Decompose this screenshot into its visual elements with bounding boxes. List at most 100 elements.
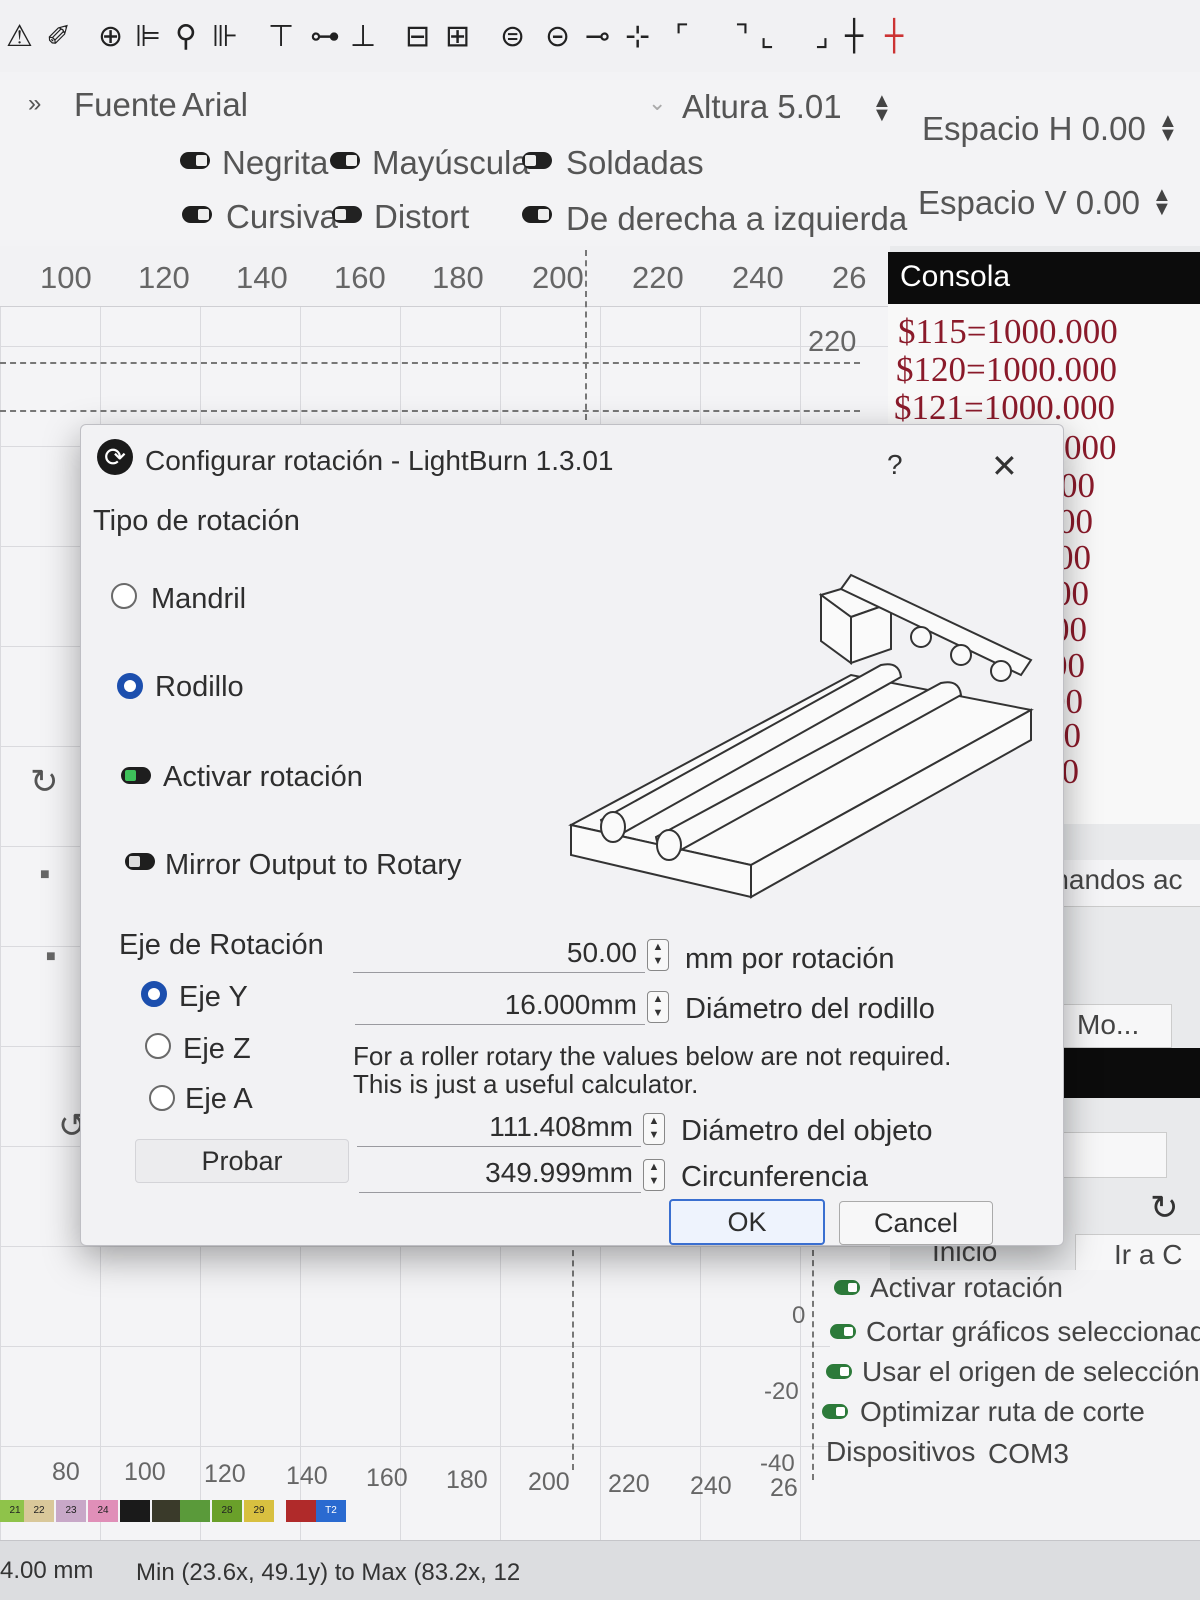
align-middle-icon[interactable]: ⊸ [585,22,610,52]
corner-tr-icon[interactable]: ⌝ [735,22,749,52]
help-button[interactable]: ? [887,449,903,481]
console-header: Consola [888,252,1200,304]
roller-diameter-input[interactable]: 16.000mm [355,985,645,1025]
side-ruler-tick: -20 [764,1378,799,1405]
enable-rotary-toggle[interactable] [121,767,151,784]
palette-color[interactable] [180,1500,210,1522]
handle-icon[interactable]: ■ [46,948,56,966]
ok-button[interactable]: OK [669,1199,825,1245]
palette-color[interactable]: 22 [24,1500,54,1522]
cross-red-icon[interactable]: ┼ [885,22,903,52]
console-line: $121=1000.000 [894,388,1115,427]
palette-color[interactable] [152,1500,182,1522]
status-range: Min (23.6x, 49.1y) to Max (83.2x, 12 [136,1559,521,1586]
mm-per-rotation-label: mm por rotación [685,943,895,975]
circumference-input[interactable]: 349.999mm [359,1153,641,1193]
bold-label: Negrita [222,144,329,181]
align-icon[interactable]: ⚠ [6,22,33,52]
target-icon[interactable]: ⊕ [98,22,123,52]
height-spinner-icon[interactable]: ▲ ▼ [872,91,892,125]
axis-a-radio[interactable] [149,1085,175,1111]
height-field[interactable]: Altura 5.01 [682,88,842,126]
distribute-h-icon[interactable]: ⊞ [445,22,470,52]
cross-icon[interactable]: ┼ [845,22,863,52]
italic-toggle[interactable] [182,206,212,223]
test-button[interactable]: Probar [135,1139,349,1183]
ruler-tick: 160 [334,260,386,295]
rotary-type-label: Tipo de rotación [93,505,300,537]
optimize-toggle[interactable] [822,1404,848,1419]
cancel-button[interactable]: Cancel [839,1201,993,1245]
palette-color[interactable]: 23 [56,1500,86,1522]
move-icon[interactable]: ⊝ [545,22,570,52]
chevron-down-icon[interactable]: ⌄ [648,90,666,116]
rotary-toggle[interactable] [834,1280,860,1295]
mm-per-rotation-spinner[interactable]: ▲ ▼ [647,939,669,971]
use-origin-label: Usar el origen de selección [862,1356,1200,1387]
align-bottom-icon[interactable]: ⊥ [350,22,376,52]
align-left-icon[interactable]: ⊫ [135,22,161,52]
align-right-icon[interactable]: ⊪ [212,22,238,52]
ruler-tick: 140 [236,260,288,295]
align-top-icon[interactable]: ⊤ [268,22,294,52]
rtl-toggle[interactable] [522,206,552,223]
distribute-icon[interactable]: ⊶ [310,22,340,52]
curve-icon[interactable]: ✐ [46,22,71,52]
palette-color[interactable]: T2 [316,1500,346,1522]
uppercase-label: Mayúscula [372,144,530,181]
align-center-icon[interactable]: ⚲ [175,22,197,52]
console-line: 000 [1064,428,1117,467]
object-diameter-input[interactable]: 111.408mm [357,1107,641,1147]
group-icon[interactable]: ⊟ [405,22,430,52]
circumference-label: Circunferencia [681,1161,868,1193]
devices-select[interactable]: COM3 [988,1438,1069,1470]
roller-radio[interactable] [117,673,143,699]
object-diameter-spinner[interactable]: ▲ ▼ [643,1113,665,1145]
axis-y-label: Eje Y [179,981,248,1013]
mirror-output-toggle[interactable] [125,853,155,870]
axis-y-radio[interactable] [141,981,167,1007]
use-origin-toggle[interactable] [826,1364,852,1379]
font-select[interactable]: Arial [182,86,248,124]
align-vcenter-icon[interactable]: ⊹ [625,22,650,52]
bold-toggle[interactable] [180,152,210,169]
ruler-tick: 200 [528,1468,570,1496]
uppercase-toggle[interactable] [330,152,360,169]
cut-selected-label: Cortar gráficos seleccionad [866,1316,1200,1347]
corner-bl-icon[interactable]: ⌞ [760,22,774,52]
vspace-spinner-icon[interactable]: ▲ ▼ [1152,185,1172,219]
status-bar: 4.00 mm Min (23.6x, 49.1y) to Max (83.2x… [0,1540,1200,1600]
ruler-tick: 160 [366,1464,408,1492]
distribute-v-icon[interactable]: ⊜ [500,22,525,52]
vspace-field[interactable]: Espacio V 0.00 [918,184,1140,222]
palette-color[interactable] [286,1500,316,1522]
hspace-field[interactable]: Espacio H 0.00 [922,110,1146,148]
text-options-panel: » Fuente Arial ⌄ Altura 5.01 ▲ ▼ Espacio … [0,72,1200,246]
welded-toggle[interactable] [522,152,552,169]
roller-diameter-spinner[interactable]: ▲ ▼ [647,991,669,1023]
chuck-radio[interactable] [111,583,137,609]
mirror-output-label: Mirror Output to Rotary [165,849,462,881]
close-button[interactable]: ✕ [991,447,1018,485]
rotate-icon[interactable]: ↻ [30,762,59,802]
console-title: Consola [900,260,1011,293]
ruler-tick: 100 [124,1458,166,1486]
refresh-icon[interactable]: ↻ [1150,1188,1179,1228]
palette-color[interactable]: 29 [244,1500,274,1522]
cut-selected-toggle[interactable] [830,1324,856,1339]
distort-toggle[interactable] [332,206,362,223]
workspace-border-line [585,250,587,420]
palette-color[interactable]: 28 [212,1500,242,1522]
corner-br-icon[interactable]: ⌟ [815,22,829,52]
top-toolbar: ⚠ ✐ ⊕ ⊫ ⚲ ⊪ ⊤ ⊶ ⊥ ⊟ ⊞ ⊜ ⊝ ⊸ ⊹ ⌜ ⌝ ⌞ ⌟ ┼ … [0,0,1200,73]
palette-color[interactable]: 24 [88,1500,118,1522]
hspace-spinner-icon[interactable]: ▲ ▼ [1158,111,1178,145]
palette-color[interactable] [120,1500,150,1522]
handle-icon[interactable]: ■ [40,866,50,884]
optimize-label: Optimizar ruta de corte [860,1396,1145,1427]
mm-per-rotation-input[interactable]: 50.00 [353,933,645,973]
circumference-spinner[interactable]: ▲ ▼ [643,1159,665,1191]
axis-z-radio[interactable] [145,1033,171,1059]
expand-icon[interactable]: » [28,90,41,118]
corner-tl-icon[interactable]: ⌜ [675,22,689,52]
